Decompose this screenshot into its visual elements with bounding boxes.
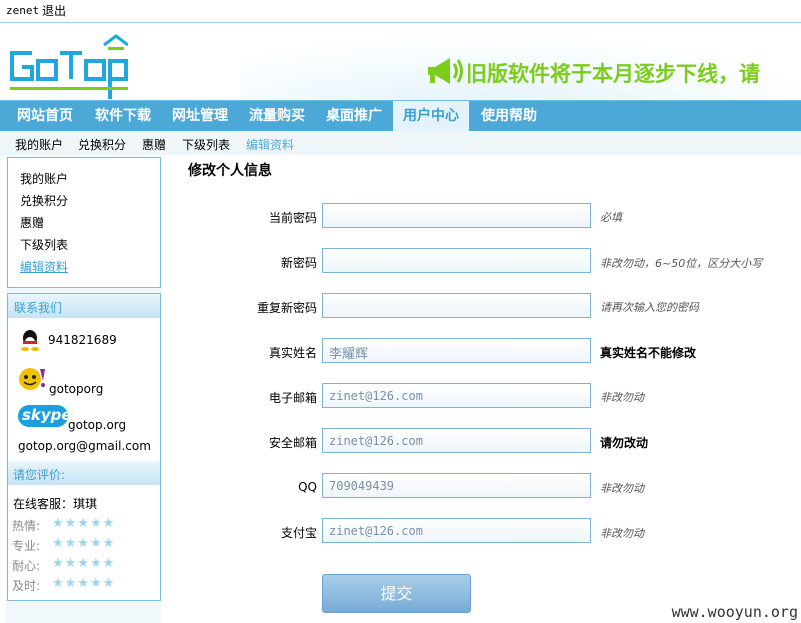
sidebar-item-edit-profile[interactable]: 编辑资料 [20, 258, 68, 275]
sidebar-item-exchange-points[interactable]: 兑换积分 [20, 192, 68, 209]
new-password-label: 新密码 [280, 256, 317, 270]
contact-box: 联系我们 941821689 gotoporg skype gotop.org … [7, 293, 161, 601]
username: zenet [6, 4, 40, 17]
rating-label-enthusiasm: 热情: [12, 519, 41, 533]
watermark: www.wooyun.org [671, 603, 798, 621]
real-name-label: 真实姓名 [268, 346, 317, 360]
subnav-my-account[interactable]: 我的账户 [15, 136, 63, 153]
megaphone-icon [428, 58, 463, 84]
submit-button[interactable]: 提交 [322, 574, 471, 613]
header: 旧版软件将于本月逐步下线，请 [0, 23, 801, 100]
security-email-hint: 请勿改动 [600, 436, 649, 450]
new-password-input[interactable] [322, 248, 591, 273]
alipay-hint: 非改勿动 [600, 527, 644, 540]
sidebar-item-gift[interactable]: 惠赠 [20, 214, 44, 231]
current-password-input[interactable] [322, 203, 591, 228]
subnav-edit-profile[interactable]: 编辑资料 [246, 136, 294, 153]
qq-label: QQ [298, 480, 317, 494]
security-email-label: 安全邮箱 [268, 436, 317, 450]
alipay-label: 支付宝 [280, 526, 317, 540]
email-hint: 非改勿动 [600, 391, 644, 404]
email-input[interactable]: zinet@126.com [322, 383, 591, 408]
current-password-hint: 必填 [600, 211, 622, 224]
contact-title: 联系我们 [14, 301, 63, 315]
nav-item-help[interactable]: 使用帮助 [472, 101, 546, 131]
repeat-password-label: 重复新密码 [256, 301, 317, 315]
nav-item-desktop[interactable]: 桌面推广 [317, 101, 391, 131]
page-title: 修改个人信息 [188, 163, 272, 179]
notice-text: 旧版软件将于本月逐步下线，请 [466, 62, 760, 86]
skype-logo-text: skype [22, 406, 72, 424]
sidebar-item-my-account[interactable]: 我的账户 [20, 170, 68, 187]
new-password-hint: 非改勿动，6~50位，区分大小写 [600, 257, 763, 270]
contact-yahoo-id: gotoporg [49, 382, 104, 396]
online-service-label: 在线客服：琪琪 [13, 497, 98, 511]
rating-stars-professional[interactable]: ★★★★★ [52, 536, 115, 551]
sidebar-item-sub-list[interactable]: 下级列表 [20, 236, 68, 253]
rating-title: 请您评价: [13, 468, 66, 482]
sub-nav: 我的账户 兑换积分 惠赠 下级列表 编辑资料 [0, 131, 801, 155]
rating-stars-timely[interactable]: ★★★★★ [52, 576, 115, 591]
contact-email: gotop.org@gmail.com [18, 439, 151, 453]
nav-item-home[interactable]: 网站首页 [8, 101, 82, 131]
logout-link[interactable]: 退出 [42, 2, 66, 19]
qq-icon[interactable] [20, 329, 40, 351]
qq-input[interactable]: 709049439 [322, 473, 591, 498]
top-bar: zenet 退出 [0, 0, 801, 23]
rating-stars-enthusiasm[interactable]: ★★★★★ [52, 516, 115, 531]
contact-skype-id: gotop.org [68, 418, 127, 432]
subnav-sub-list[interactable]: 下级列表 [182, 136, 230, 153]
subnav-exchange-points[interactable]: 兑换积分 [78, 136, 126, 153]
rating-label-professional: 专业: [12, 539, 41, 553]
yahoo-messenger-icon[interactable] [16, 366, 48, 392]
gotop-logo[interactable] [8, 31, 128, 99]
current-password-label: 当前密码 [268, 211, 317, 225]
real-name-input[interactable]: 李耀辉 [322, 338, 591, 363]
alipay-input[interactable]: zinet@126.com [322, 518, 591, 543]
real-name-hint: 真实姓名不能修改 [600, 346, 697, 360]
nav-item-traffic[interactable]: 流量购买 [240, 101, 314, 131]
qq-hint: 非改勿动 [600, 482, 644, 495]
contact-header: 联系我们 [8, 294, 160, 318]
security-email-input[interactable]: zinet@126.com [322, 428, 591, 453]
nav-item-user-center[interactable]: 用户中心 [393, 101, 469, 131]
rating-header: 请您评价: [8, 461, 160, 485]
email-label: 电子邮箱 [268, 391, 317, 405]
contact-qq-number: 941821689 [48, 333, 117, 347]
repeat-password-input[interactable] [322, 293, 591, 318]
rating-stars-patience[interactable]: ★★★★★ [52, 556, 115, 571]
rating-label-timely: 及时: [12, 579, 41, 593]
account-menu: 我的账户 兑换积分 惠赠 下级列表 编辑资料 [7, 157, 161, 288]
nav-item-download[interactable]: 软件下载 [86, 101, 160, 131]
repeat-password-hint: 请再次输入您的密码 [600, 301, 699, 314]
subnav-gift[interactable]: 惠赠 [142, 136, 166, 153]
nav-item-url-manage[interactable]: 网址管理 [163, 101, 237, 131]
rating-label-patience: 耐心: [12, 559, 41, 573]
main-nav: 网站首页 软件下载 网址管理 流量购买 桌面推广 用户中心 使用帮助 [0, 100, 801, 131]
